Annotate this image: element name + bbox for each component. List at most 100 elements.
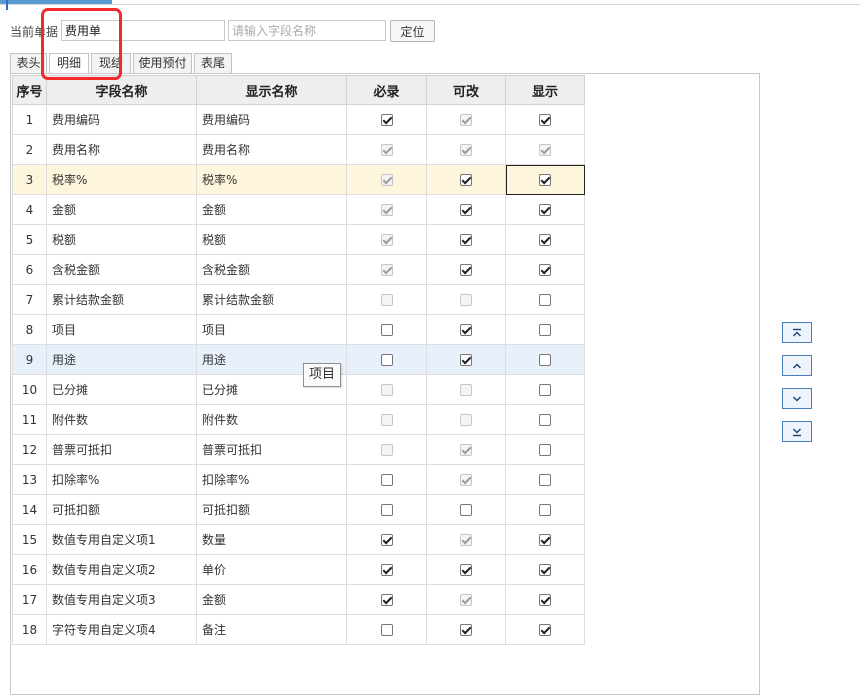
display-name-cell[interactable]: 金额 [196, 194, 347, 225]
table-row[interactable]: 6 含税金额 含税金额 [12, 254, 585, 285]
display-name-cell[interactable]: 附件数 [196, 404, 347, 435]
display-name-cell[interactable]: 项目 [196, 314, 347, 345]
col-header-display-name[interactable]: 显示名称 [196, 75, 347, 105]
tab-footer[interactable]: 表尾 [194, 53, 232, 73]
visible-checkbox[interactable] [539, 384, 551, 396]
top-border [0, 0, 860, 5]
display-name-cell[interactable]: 单价 [196, 554, 347, 585]
display-name-cell[interactable]: 税额 [196, 224, 347, 255]
visible-checkbox[interactable] [539, 204, 551, 216]
visible-checkbox[interactable] [539, 414, 551, 426]
visible-checkbox[interactable] [539, 324, 551, 336]
required-checkbox[interactable] [380, 354, 393, 366]
visible-checkbox[interactable] [539, 444, 551, 456]
editable-cell [426, 284, 506, 315]
visible-checkbox[interactable] [539, 474, 551, 486]
visible-checkbox[interactable] [539, 354, 551, 366]
table-row[interactable]: 11 附件数 附件数 [12, 404, 585, 435]
table-row[interactable]: 4 金额 金额 [12, 194, 585, 225]
required-checkbox[interactable] [380, 504, 393, 516]
tab-detail[interactable]: 明细 [49, 53, 89, 74]
required-checkbox[interactable] [380, 474, 393, 486]
field-search-input[interactable] [228, 20, 386, 41]
required-checkbox[interactable] [380, 624, 393, 636]
display-name-cell[interactable]: 金额 [196, 584, 347, 615]
required-cell [346, 104, 427, 135]
move-up-button[interactable] [782, 355, 812, 376]
visible-checkbox[interactable] [539, 624, 551, 636]
field-name-cell: 字符专用自定义项4 [46, 614, 197, 645]
table-row[interactable]: 13 扣除率% 扣除率% [12, 464, 585, 495]
visible-checkbox[interactable] [539, 294, 551, 306]
visible-cell [505, 524, 585, 555]
editable-checkbox[interactable] [460, 564, 472, 576]
editable-checkbox[interactable] [460, 354, 472, 366]
col-header-required[interactable]: 必录 [346, 75, 427, 105]
table-row[interactable]: 1 费用编码 费用编码 [12, 104, 585, 135]
display-name-cell[interactable]: 可抵扣额 [196, 494, 347, 525]
table-row[interactable]: 5 税额 税额 [12, 224, 585, 255]
required-cell [346, 464, 427, 495]
editable-checkbox[interactable] [460, 204, 472, 216]
editable-checkbox[interactable] [460, 624, 472, 636]
table-row[interactable]: 18 字符专用自定义项4 备注 [12, 614, 585, 645]
required-checkbox[interactable] [380, 564, 393, 576]
display-name-cell[interactable]: 扣除率% [196, 464, 347, 495]
required-checkbox[interactable] [380, 534, 393, 546]
table-row[interactable]: 2 费用名称 费用名称 [12, 134, 585, 165]
editable-checkbox[interactable] [460, 264, 472, 276]
editable-checkbox[interactable] [460, 504, 472, 516]
display-name-cell[interactable]: 税率% [196, 164, 347, 195]
visible-cell [505, 314, 585, 345]
col-header-editable[interactable]: 可改 [426, 75, 506, 105]
current-doc-input[interactable] [61, 20, 225, 41]
display-name-cell[interactable]: 普票可抵扣 [196, 434, 347, 465]
row-index: 2 [12, 134, 47, 165]
display-name-cell[interactable]: 费用编码 [196, 104, 347, 135]
locate-button[interactable]: 定位 [390, 20, 435, 42]
tab-header[interactable]: 表头 [10, 53, 47, 73]
col-header-field-name[interactable]: 字段名称 [46, 75, 197, 105]
editable-checkbox [460, 384, 472, 396]
display-name-cell[interactable]: 数量 [196, 524, 347, 555]
display-name-cell[interactable]: 备注 [196, 614, 347, 645]
table-row[interactable]: 3 税率% 税率% [12, 164, 585, 195]
editable-checkbox[interactable] [460, 324, 472, 336]
visible-checkbox[interactable] [539, 234, 551, 246]
required-checkbox[interactable] [380, 594, 393, 606]
required-checkbox[interactable] [380, 114, 393, 126]
move-down-button[interactable] [782, 388, 812, 409]
editable-checkbox[interactable] [460, 234, 472, 246]
table-row[interactable]: 12 普票可抵扣 普票可抵扣 [12, 434, 585, 465]
visible-checkbox[interactable] [539, 264, 551, 276]
display-name-cell[interactable]: 费用名称 [196, 134, 347, 165]
table-row[interactable]: 8 项目 项目 [12, 314, 585, 345]
tab-cash-settle[interactable]: 现结 [91, 53, 131, 73]
required-cell [346, 554, 427, 585]
visible-checkbox[interactable] [539, 174, 551, 186]
move-top-button[interactable] [782, 322, 812, 343]
tab-use-prepay[interactable]: 使用预付 [133, 53, 192, 73]
required-checkbox[interactable] [380, 324, 393, 336]
table-row[interactable]: 15 数值专用自定义项1 数量 [12, 524, 585, 555]
table-row[interactable]: 16 数值专用自定义项2 单价 [12, 554, 585, 585]
move-bottom-button[interactable] [782, 421, 812, 442]
field-name-cell: 数值专用自定义项3 [46, 584, 197, 615]
table-row[interactable]: 14 可抵扣额 可抵扣额 [12, 494, 585, 525]
row-index: 6 [12, 254, 47, 285]
table-row[interactable]: 10 已分摊 已分摊 [12, 374, 585, 405]
display-name-cell[interactable]: 含税金额 [196, 254, 347, 285]
table-row[interactable]: 7 累计结款金额 累计结款金额 [12, 284, 585, 315]
visible-checkbox[interactable] [539, 534, 551, 546]
visible-cell [505, 344, 585, 375]
visible-checkbox[interactable] [539, 564, 551, 576]
visible-checkbox[interactable] [539, 594, 551, 606]
table-row[interactable]: 17 数值专用自定义项3 金额 [12, 584, 585, 615]
editable-cell [426, 464, 506, 495]
editable-checkbox[interactable] [460, 174, 472, 186]
visible-checkbox[interactable] [539, 114, 551, 126]
col-header-visible[interactable]: 显示 [505, 75, 585, 105]
display-name-cell[interactable]: 累计结款金额 [196, 284, 347, 315]
visible-checkbox[interactable] [539, 504, 551, 516]
table-row[interactable]: 9 用途 用途 [12, 344, 585, 375]
